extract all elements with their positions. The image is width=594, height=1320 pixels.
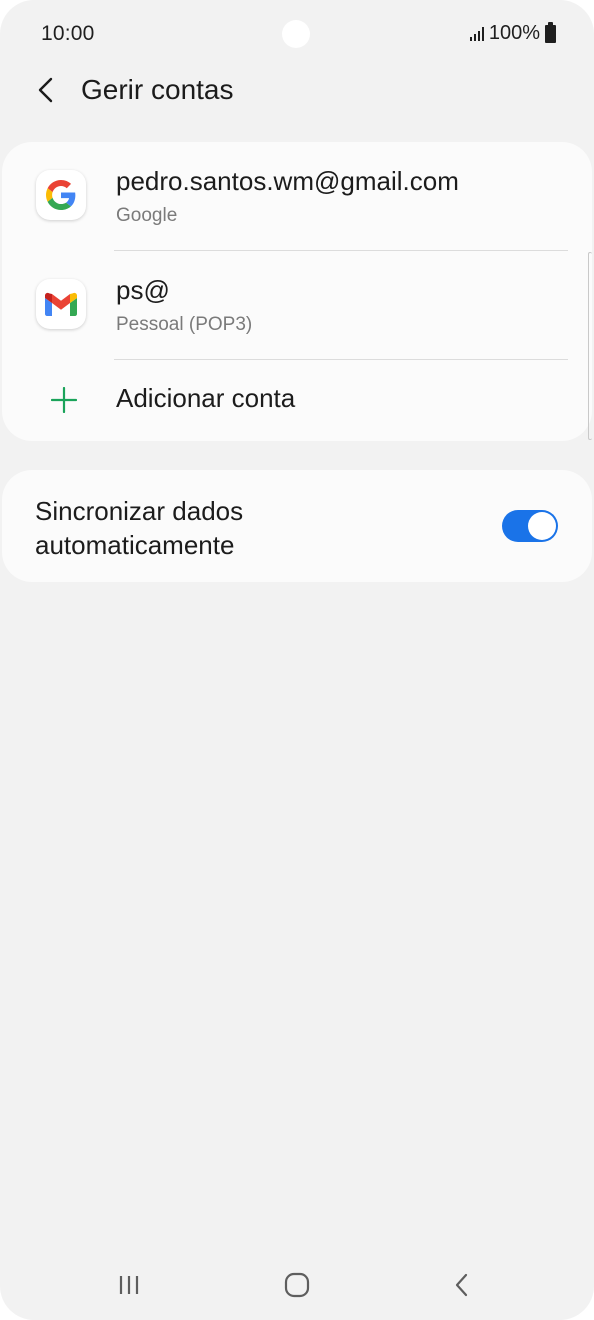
scroll-indicator [588,252,592,440]
phone-screen: 10:00 100% Gerir contas pedro.santos.wm@… [0,0,594,1320]
plus-icon [51,387,77,413]
google-icon [36,170,86,220]
recents-button[interactable] [100,1260,160,1310]
signal-icon [469,26,484,41]
status-time: 10:00 [41,22,95,45]
battery-percent: 100% [488,22,540,44]
back-button[interactable] [24,68,68,112]
page-title: Gerir contas [81,74,234,105]
status-indicators: 100% [469,21,556,45]
account-row-google[interactable]: pedro.santos.wm@gmail.com Google [2,142,592,250]
back-icon [455,1273,468,1297]
nav-back-button[interactable] [432,1260,492,1310]
app-header: Gerir contas [0,60,594,122]
accounts-card: pedro.santos.wm@gmail.com Google ps@ Pes… [2,142,592,441]
chevron-left-icon [38,77,53,103]
gmail-icon [36,279,86,329]
home-button[interactable] [267,1260,327,1310]
navigation-bar [0,1250,594,1320]
sync-label: Sincronizar dados automaticamente [35,496,244,560]
front-camera [282,20,310,48]
account-email: pedro.santos.wm@gmail.com [116,166,459,196]
add-account-label: Adicionar conta [116,383,296,413]
add-account-button[interactable]: Adicionar conta [2,360,592,440]
account-type: Google [116,205,178,226]
account-type: Pessoal (POP3) [116,314,253,335]
home-icon [284,1272,310,1298]
account-row-pop3[interactable]: ps@ Pessoal (POP3) [2,251,592,359]
sync-toggle[interactable] [502,510,558,542]
account-email: ps@ [116,275,170,305]
battery-icon [545,21,556,43]
toggle-knob [528,512,556,540]
sync-card[interactable]: Sincronizar dados automaticamente [2,470,592,582]
recents-icon [119,1276,139,1294]
